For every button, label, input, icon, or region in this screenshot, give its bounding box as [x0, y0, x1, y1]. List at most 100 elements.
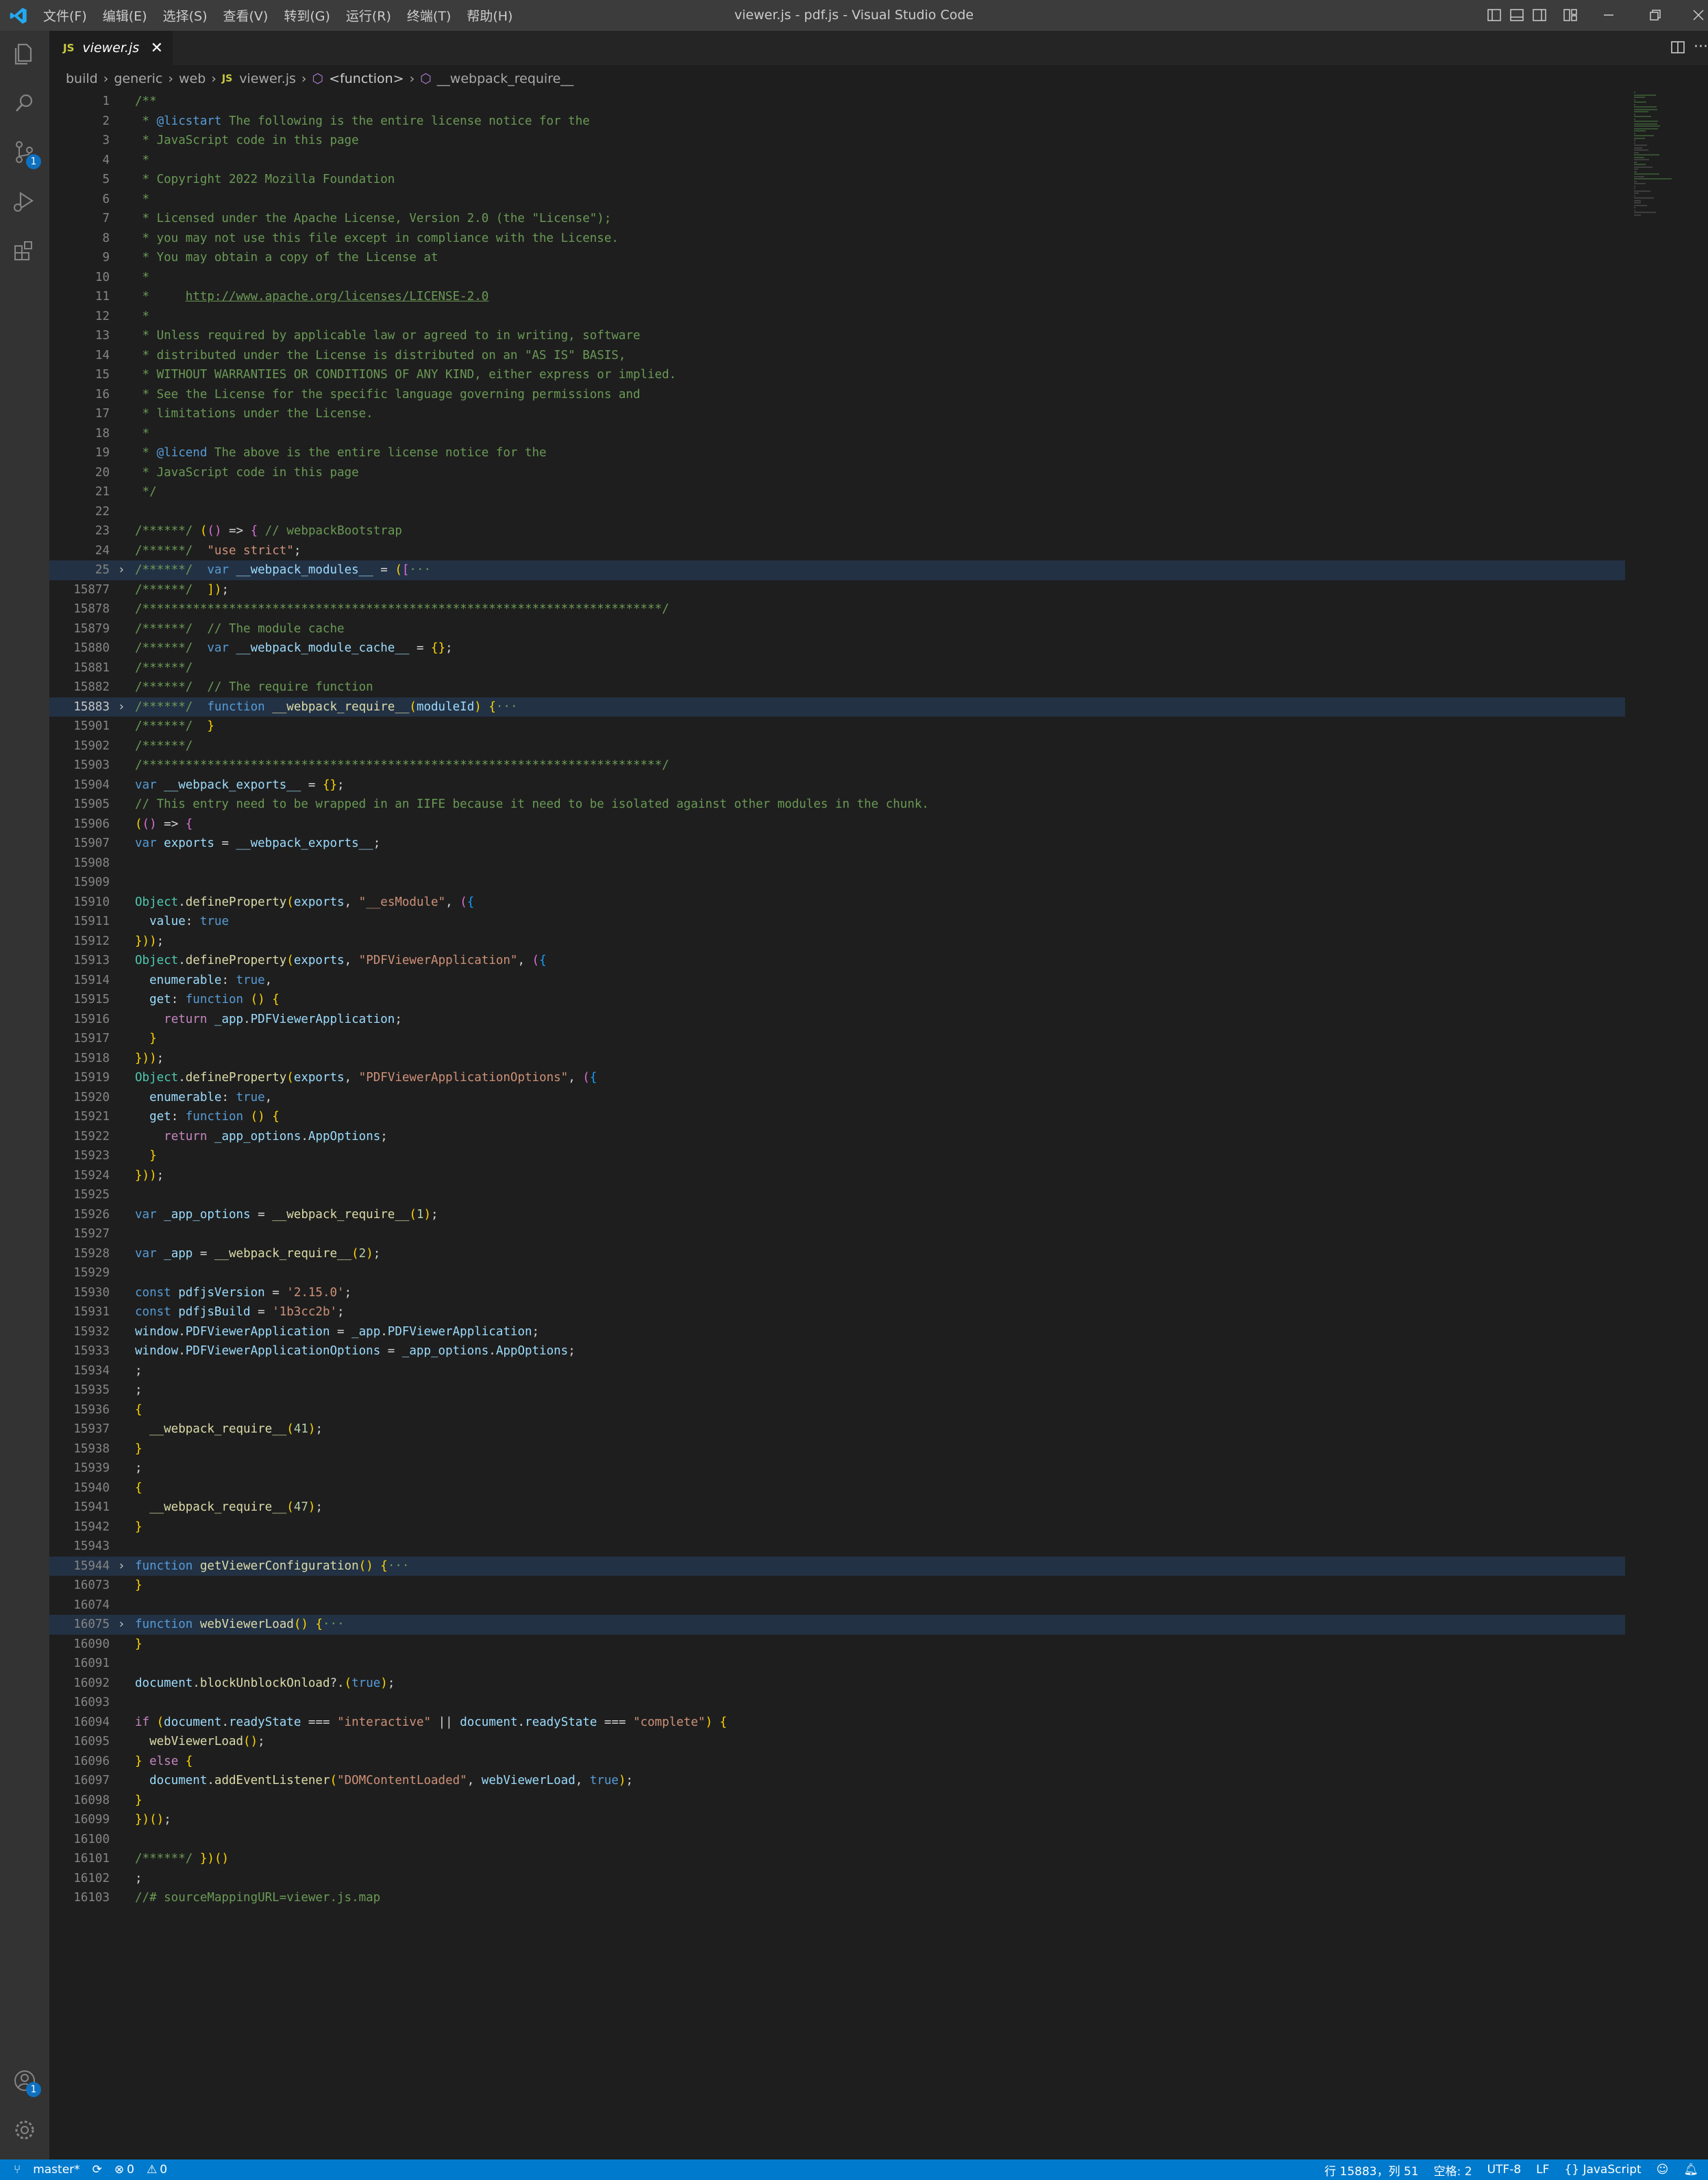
code-line[interactable]: 15944 › function getViewerConfiguration() …	[49, 1556, 1625, 1576]
code-line[interactable]: 5 * Copyright 2022 Mozilla Foundation	[49, 170, 1625, 190]
code-line[interactable]: 15903 /**********************************…	[49, 756, 1625, 776]
code-line[interactable]: 6 *	[49, 190, 1625, 210]
code-line[interactable]: 15926 var _app_options = __webpack_requir…	[49, 1205, 1625, 1225]
code-line[interactable]: 12 *	[49, 307, 1625, 327]
run-debug-icon[interactable]	[10, 187, 40, 217]
search-icon[interactable]	[10, 88, 40, 119]
code-line[interactable]: 15940 {	[49, 1478, 1625, 1498]
code-line[interactable]: 15910 Object.defineProperty(exports, "__e…	[49, 893, 1625, 913]
code-line[interactable]: 11 * http://www.apache.org/licenses/LICE…	[49, 287, 1625, 307]
breadcrumb-function[interactable]: <function>	[329, 71, 404, 86]
close-window-icon[interactable]	[1691, 8, 1706, 23]
toggle-panel-icon[interactable]	[1509, 8, 1524, 23]
menu-selection[interactable]: 选择(S)	[163, 6, 208, 25]
code-line[interactable]: 15936 {	[49, 1400, 1625, 1420]
code-line[interactable]: 16103 //# sourceMappingURL=viewer.js.map	[49, 1888, 1625, 1908]
code-line[interactable]: 16095 webViewerLoad();	[49, 1732, 1625, 1752]
code-line[interactable]: 15932 window.PDFViewerApplication = _app.…	[49, 1322, 1625, 1342]
minimize-icon[interactable]	[1601, 8, 1616, 23]
code-line[interactable]: 15923 }	[49, 1146, 1625, 1166]
code-line[interactable]: 21 */	[49, 482, 1625, 502]
code-line[interactable]: 16097 document.addEventListener("DOMCont…	[49, 1771, 1625, 1791]
breadcrumb-build[interactable]: build	[66, 71, 98, 86]
breadcrumb-generic[interactable]: generic	[114, 71, 162, 86]
end-of-line[interactable]: LF	[1536, 2163, 1549, 2177]
code-line[interactable]: 15928 var _app = __webpack_require__(2);	[49, 1244, 1625, 1264]
code-line[interactable]: 9 * You may obtain a copy of the License…	[49, 248, 1625, 268]
code-line[interactable]: 15881 /******/	[49, 658, 1625, 678]
code-line[interactable]: 16 * See the License for the specific la…	[49, 385, 1625, 405]
code-line[interactable]: 15912}));	[49, 932, 1625, 952]
code-line[interactable]: 15907 var exports = __webpack_exports__;	[49, 834, 1625, 854]
code-line[interactable]: 15937 __webpack_require__(41);	[49, 1420, 1625, 1439]
code-line[interactable]: 15924}));	[49, 1166, 1625, 1186]
code-line[interactable]: 15938}	[49, 1439, 1625, 1459]
code-line[interactable]: 10 *	[49, 268, 1625, 288]
code-line[interactable]: 15883 › /******/ function __webpack_requir…	[49, 697, 1625, 717]
code-line[interactable]: 15915 get: function () {	[49, 990, 1625, 1010]
code-line[interactable]: 8 * you may not use this file except in …	[49, 229, 1625, 249]
code-line[interactable]: 16090}	[49, 1635, 1625, 1655]
menu-edit[interactable]: 编辑(E)	[103, 6, 147, 25]
branch-name[interactable]: master*	[33, 2163, 79, 2177]
code-line[interactable]: 24 /******/ "use strict";	[49, 541, 1625, 561]
code-line[interactable]: 16099})();	[49, 1810, 1625, 1830]
code-line[interactable]: 15925	[49, 1185, 1625, 1205]
code-line[interactable]: 15901 /******/ }	[49, 717, 1625, 736]
code-line[interactable]: 25 › /******/ var __webpack_modules__ = ([…	[49, 560, 1625, 580]
code-line[interactable]: 15909	[49, 873, 1625, 893]
explorer-icon[interactable]	[10, 39, 40, 69]
accounts-icon[interactable]: 1	[10, 2066, 41, 2097]
code-line[interactable]: 16101 /******/ })()	[49, 1849, 1625, 1869]
code-line[interactable]: 15917 }	[49, 1029, 1625, 1049]
code-line[interactable]: 2 * @licstart The following is the entir…	[49, 112, 1625, 132]
code-line[interactable]: 15911 value: true	[49, 912, 1625, 932]
code-line[interactable]: 16100	[49, 1830, 1625, 1850]
extensions-icon[interactable]	[10, 236, 40, 267]
source-control-icon[interactable]: 1	[10, 138, 41, 169]
notifications-bell-icon[interactable]: 🔔︎	[1683, 2163, 1698, 2177]
code-line[interactable]: 15941 __webpack_require__(47);	[49, 1498, 1625, 1518]
code-line[interactable]: 15902 /******/	[49, 736, 1625, 756]
code-line[interactable]: 15943	[49, 1537, 1625, 1557]
code-line[interactable]: 15921 get: function () {	[49, 1107, 1625, 1127]
code-line[interactable]: 20 * JavaScript code in this page	[49, 463, 1625, 483]
split-editor-icon[interactable]	[1670, 39, 1686, 55]
code-line[interactable]: 15942}	[49, 1518, 1625, 1537]
code-line[interactable]: 7 * Licensed under the Apache License, V…	[49, 209, 1625, 229]
more-actions-icon[interactable]: ···	[1694, 39, 1708, 55]
code-line[interactable]: 15913 Object.defineProperty(exports, "PDF…	[49, 951, 1625, 971]
code-line[interactable]: 15939;	[49, 1459, 1625, 1478]
code-line[interactable]: 15914 enumerable: true,	[49, 971, 1625, 991]
code-line[interactable]: 16073}	[49, 1576, 1625, 1596]
code-line[interactable]: 16075 › function webViewerLoad() {···	[49, 1615, 1625, 1635]
code-line[interactable]: 15920 enumerable: true,	[49, 1088, 1625, 1108]
code-line[interactable]: 15931 const pdfjsBuild = '1b3cc2b';	[49, 1302, 1625, 1322]
code-line[interactable]: 16091	[49, 1654, 1625, 1674]
breadcrumb-web[interactable]: web	[179, 71, 206, 86]
code-line[interactable]: 19 * @licend The above is the entire lic…	[49, 443, 1625, 463]
code-line[interactable]: 15877 /******/ ]);	[49, 580, 1625, 600]
code-line[interactable]: 15882 /******/ // The require function	[49, 678, 1625, 697]
breadcrumb-file[interactable]: viewer.js	[239, 71, 296, 86]
code-line[interactable]: 16094 if (document.readyState === "intera…	[49, 1713, 1625, 1733]
code-line[interactable]: 15908	[49, 854, 1625, 874]
code-line[interactable]: 15935;	[49, 1380, 1625, 1400]
menu-file[interactable]: 文件(F)	[43, 6, 87, 25]
sync-icon[interactable]: ⟳	[92, 2163, 102, 2177]
code-line[interactable]: 16096} else {	[49, 1752, 1625, 1772]
code-line[interactable]: 15879 /******/ // The module cache	[49, 619, 1625, 639]
restore-icon[interactable]	[1648, 8, 1663, 23]
minimap[interactable]	[1634, 92, 1708, 229]
code-line[interactable]: 15934;	[49, 1361, 1625, 1381]
menu-terminal[interactable]: 终端(T)	[407, 6, 451, 25]
indentation[interactable]: 空格: 2	[1434, 2162, 1472, 2179]
menu-help[interactable]: 帮助(H)	[467, 6, 512, 25]
code-line[interactable]: 15 * WITHOUT WARRANTIES OR CONDITIONS OF…	[49, 365, 1625, 385]
code-line[interactable]: 16098}	[49, 1791, 1625, 1811]
code-line[interactable]: 4 *	[49, 151, 1625, 171]
breadcrumb-symbol[interactable]: __webpack_require__	[437, 71, 574, 86]
code-line[interactable]: 15919 Object.defineProperty(exports, "PDF…	[49, 1068, 1625, 1088]
code-editor[interactable]: 1 /** 2 * @licstart The following is the e…	[49, 92, 1625, 1908]
code-line[interactable]: 15933 window.PDFViewerApplicationOptions …	[49, 1341, 1625, 1361]
